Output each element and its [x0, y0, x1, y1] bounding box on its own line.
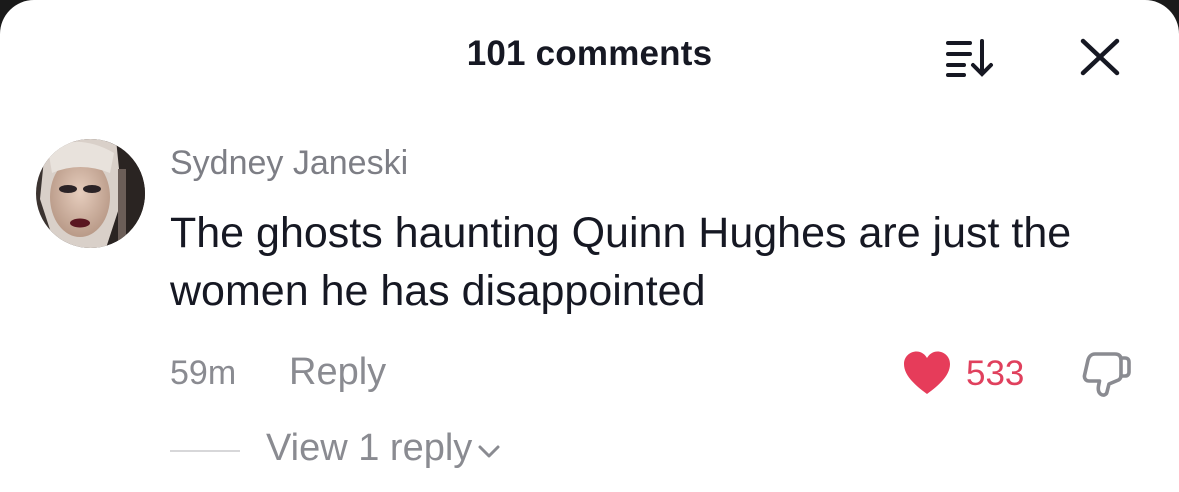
heart-icon[interactable] [902, 350, 952, 396]
comments-count-title: 101 comments [466, 34, 713, 73]
reply-button[interactable]: Reply [289, 351, 386, 394]
avatar[interactable] [36, 139, 145, 248]
thumbs-down-icon[interactable] [1081, 350, 1133, 398]
sort-icon[interactable] [944, 37, 996, 77]
like-count: 533 [966, 354, 1025, 393]
comments-sheet: 101 comments Sydney Janeski The ghosts h… [0, 0, 1179, 492]
view-replies-button[interactable]: View 1 reply [266, 427, 502, 470]
comment-username[interactable]: Sydney Janeski [170, 144, 408, 183]
replies-divider [170, 450, 240, 452]
close-icon[interactable] [1078, 38, 1122, 76]
comment-text: The ghosts haunting Quinn Hughes are jus… [170, 209, 1072, 315]
view-replies-label: View 1 reply [266, 427, 473, 469]
comment-timestamp: 59m [170, 354, 237, 392]
chevron-down-icon [478, 445, 500, 457]
